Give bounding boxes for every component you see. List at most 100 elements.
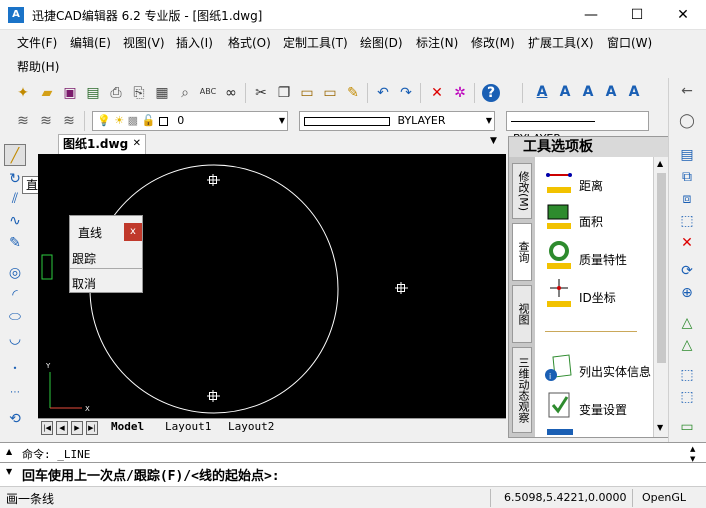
spell-check-icon[interactable]: ABC <box>199 83 217 101</box>
delete-icon[interactable]: ✕ <box>428 84 446 102</box>
edit-text-icon[interactable]: A <box>579 83 597 101</box>
lineweight-dropdown[interactable]: BYLAYER <box>506 111 649 145</box>
popup-item-cancel[interactable]: 取消 <box>72 275 96 292</box>
ellipse-arc-icon[interactable]: ◡ <box>6 330 24 348</box>
text-style-icon[interactable]: A <box>533 83 551 101</box>
mirror-icon[interactable]: ⧈ <box>678 190 696 208</box>
match-properties-icon[interactable]: ✎ <box>344 84 362 102</box>
mirror-3d-icon[interactable]: △ <box>678 314 696 332</box>
linetype-dropdown[interactable]: BYLAYER ▼ <box>299 111 495 131</box>
palette-item-mass-properties[interactable]: 质量特性 <box>539 241 651 277</box>
undo-icon[interactable]: ↶ <box>374 84 392 102</box>
purge-icon[interactable]: ✲ <box>451 84 469 102</box>
save-as-icon[interactable]: ▤ <box>84 84 102 102</box>
scroll-thumb[interactable] <box>657 173 666 363</box>
copy-object-icon[interactable]: ⧉ <box>678 168 696 186</box>
properties-icon[interactable]: ▤ <box>678 146 696 164</box>
arc-icon[interactable]: ◜ <box>6 286 24 304</box>
scale-icon[interactable]: ⊕ <box>678 284 696 302</box>
prev-layout-icon[interactable]: ◀ <box>56 421 68 435</box>
palette-tab-query[interactable]: 查询 <box>512 223 532 281</box>
layer-previous-icon[interactable]: ≋ <box>37 112 55 130</box>
freehand-icon[interactable]: ✎ <box>6 234 24 252</box>
popup-item-track[interactable]: 跟踪 <box>72 250 96 267</box>
erase-circle-icon[interactable]: ◯ <box>678 112 696 130</box>
next-layout-icon[interactable]: ▶ <box>71 421 83 435</box>
popup-close-button[interactable]: x <box>124 223 142 241</box>
rotate-icon[interactable]: ⟳ <box>678 262 696 280</box>
menu-modify[interactable]: 修改(M) <box>471 34 515 51</box>
cmd-collapse-icon[interactable]: ▲ <box>6 447 12 456</box>
scale-text-icon[interactable]: A <box>625 83 643 101</box>
layer-state-icon[interactable]: ≋ <box>60 112 78 130</box>
menu-format[interactable]: 格式(O) <box>228 34 271 51</box>
command-window[interactable]: ▲ ▼ 命令: _LINE ▲ ▼ 回车使用上一次点/跟踪(F)/<线的起始点>… <box>0 442 706 486</box>
close-button[interactable]: ✕ <box>660 0 706 30</box>
offset-icon[interactable]: ⬚ <box>678 212 696 230</box>
palette-tab-modify[interactable]: 修改(M) <box>512 163 532 219</box>
layer-dropdown[interactable]: 💡 ☀ ▩ 🔓 0 ▼ <box>92 111 288 131</box>
first-layout-icon[interactable]: |◀ <box>41 421 53 435</box>
cmd-expand-icon[interactable]: ▼ <box>6 467 12 476</box>
palette-item-area[interactable]: 面积 <box>539 203 651 239</box>
point-icon[interactable]: • <box>6 360 24 378</box>
array-icon[interactable]: △ <box>678 336 696 354</box>
tab-model[interactable]: Model <box>111 420 144 433</box>
layer-manager-icon[interactable]: ≋ <box>14 112 32 130</box>
renderer-indicator[interactable]: OpenGL <box>642 491 686 504</box>
find-icon[interactable]: ⌕ <box>176 84 194 102</box>
menu-insert[interactable]: 插入(I) <box>176 34 213 51</box>
menu-draw[interactable]: 绘图(D) <box>360 34 403 51</box>
scroll-up-icon[interactable]: ▲ <box>657 159 663 168</box>
tab-layout1[interactable]: Layout1 <box>165 420 211 433</box>
redo-icon[interactable]: ↷ <box>397 84 415 102</box>
print-icon[interactable]: ⎙ <box>107 84 125 102</box>
tab-close-icon[interactable]: ✕ <box>133 135 141 153</box>
palette-item-distance[interactable]: 距离 <box>539 167 651 203</box>
tab-list-chevron-icon[interactable]: ▼ <box>490 136 497 146</box>
menu-edit[interactable]: 编辑(E) <box>70 34 111 51</box>
binoculars-icon[interactable]: ∞ <box>222 84 240 102</box>
save-icon[interactable]: ▣ <box>61 84 79 102</box>
circle-icon[interactable]: ◎ <box>6 264 24 282</box>
palette-tab-view[interactable]: 视图 <box>512 285 532 343</box>
maximize-button[interactable]: ☐ <box>614 0 660 30</box>
palette-tab-3d-orbit[interactable]: 三维动态观察 <box>512 347 532 433</box>
scroll-down-icon[interactable]: ▼ <box>657 423 663 432</box>
menu-window[interactable]: 窗口(W) <box>607 34 652 51</box>
find-text-icon[interactable]: A <box>602 83 620 101</box>
explode-icon[interactable]: ▭ <box>678 418 696 436</box>
menu-file[interactable]: 文件(F) <box>17 34 57 51</box>
cmd-scroll-up-icon[interactable]: ▲ <box>690 445 695 453</box>
tab-drawing1[interactable]: 图纸1.dwg ✕ <box>58 134 146 154</box>
menu-help[interactable]: 帮助(H) <box>17 58 59 75</box>
menu-view[interactable]: 视图(V) <box>123 34 165 51</box>
divide-icon[interactable]: ⋯ <box>6 384 24 402</box>
menu-custom-tools[interactable]: 定制工具(T) <box>283 34 348 51</box>
paste-special-icon[interactable]: ▭ <box>321 84 339 102</box>
arrow-left-icon[interactable]: ← <box>678 82 696 100</box>
cut-icon[interactable]: ✂ <box>252 84 270 102</box>
new-file-icon[interactable]: ✦ <box>14 84 32 102</box>
palette-item-id-point[interactable]: ID坐标 <box>539 279 651 315</box>
paste-icon[interactable]: ▭ <box>298 84 316 102</box>
print-preview-icon[interactable]: ⎘ <box>130 84 148 102</box>
page-setup-icon[interactable]: ▦ <box>153 84 171 102</box>
menu-extension-tools[interactable]: 扩展工具(X) <box>528 34 594 51</box>
open-folder-icon[interactable]: ▰ <box>38 84 56 102</box>
tab-layout2[interactable]: Layout2 <box>228 420 274 433</box>
single-line-text-icon[interactable]: A <box>556 83 574 101</box>
stretch-icon[interactable]: ⬚ <box>678 366 696 384</box>
palette-item-list-entity[interactable]: i 列出实体信息 <box>539 353 651 389</box>
erase-icon[interactable]: ✕ <box>678 234 696 252</box>
menu-dimension[interactable]: 标注(N) <box>416 34 458 51</box>
palette-scrollbar[interactable]: ▲ ▼ <box>653 157 669 437</box>
trim-icon[interactable]: ⬚ <box>678 388 696 406</box>
help-icon[interactable]: ? <box>482 84 500 102</box>
line-tool-icon[interactable]: ╱ <box>4 144 26 166</box>
ellipse-icon[interactable]: ⬭ <box>6 308 24 326</box>
minimize-button[interactable]: — <box>568 0 614 30</box>
palette-item-variables[interactable]: 变量设置 <box>539 391 651 427</box>
spline-icon[interactable]: ∿ <box>6 212 24 230</box>
last-layout-icon[interactable]: ▶| <box>86 421 98 435</box>
